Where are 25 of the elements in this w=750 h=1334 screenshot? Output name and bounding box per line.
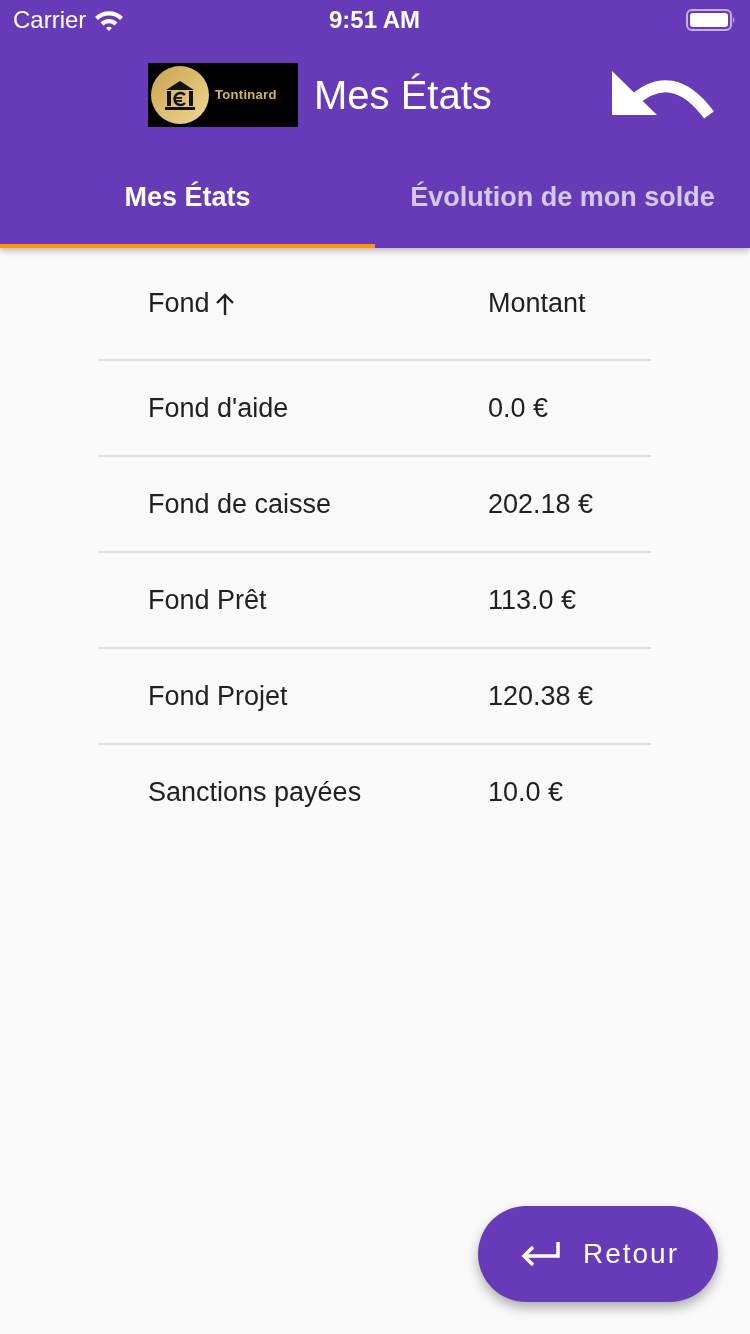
page-title: Mes États bbox=[314, 75, 492, 115]
clock-time: 9:51 AM bbox=[328, 5, 421, 35]
wifi-icon bbox=[94, 9, 125, 31]
table-cell: Fond Projet bbox=[148, 680, 288, 711]
table-cell: Fond Prêt bbox=[148, 584, 267, 615]
logo-text: Tontinard bbox=[215, 86, 277, 105]
tab[interactable]: Évolution de mon solde bbox=[375, 150, 750, 248]
table-cell: Fond de caisse bbox=[148, 488, 332, 519]
table-cell: 120.38 € bbox=[488, 680, 594, 711]
table-cell: Fond d'aide bbox=[148, 392, 289, 423]
column-header[interactable]: Montant bbox=[488, 283, 586, 324]
table-cell: 0.0 € bbox=[488, 392, 549, 423]
carrier-name: Carrier bbox=[13, 5, 87, 35]
column-header[interactable]: Fond bbox=[148, 283, 234, 324]
return-button[interactable]: Retour bbox=[478, 1206, 718, 1302]
table-cell: Sanctions payées bbox=[148, 777, 362, 808]
return-arrow-icon bbox=[520, 1242, 561, 1266]
tab[interactable]: Mes États bbox=[0, 150, 375, 248]
table-cell: 202.18 € bbox=[488, 488, 594, 519]
battery-icon bbox=[686, 9, 736, 31]
table-cell: 10.0 € bbox=[488, 777, 564, 808]
back-button[interactable] bbox=[612, 71, 716, 119]
bank-coin-icon bbox=[151, 66, 209, 124]
table-cell: 113.0 € bbox=[488, 584, 577, 615]
undo-icon bbox=[612, 71, 716, 119]
